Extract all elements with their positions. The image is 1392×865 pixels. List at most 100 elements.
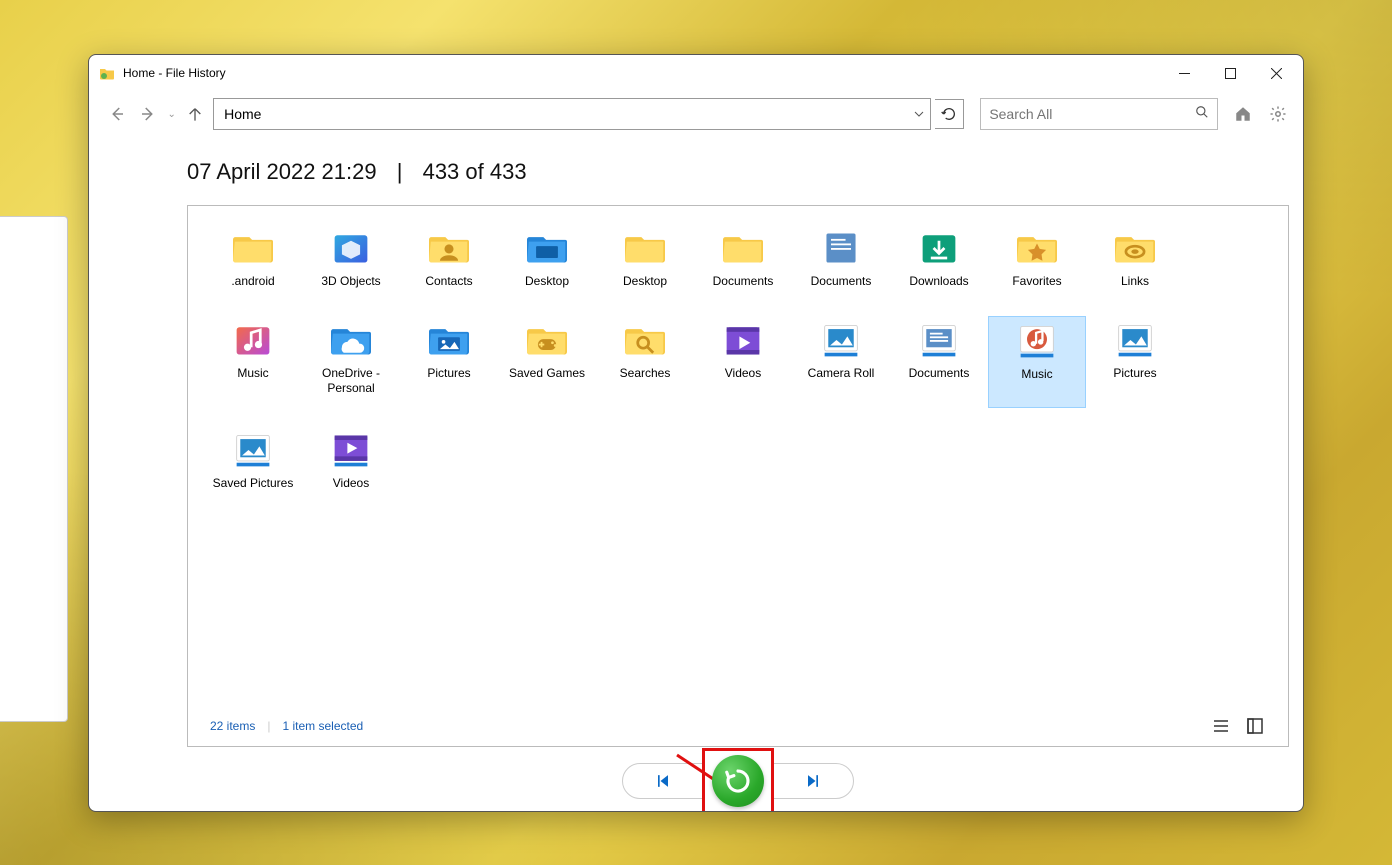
folder-item[interactable]: Downloads [890, 224, 988, 316]
folder-item[interactable]: Saved Games [498, 316, 596, 426]
version-controls [187, 751, 1289, 811]
folder-item[interactable]: Pictures [400, 316, 498, 408]
folder-item[interactable]: Links [1086, 224, 1184, 316]
search-input[interactable] [989, 106, 1195, 122]
3d-icon [326, 226, 376, 270]
folder-item[interactable]: Pictures [1086, 316, 1184, 408]
folder-item[interactable]: .android [204, 224, 302, 316]
item-label: Contacts [425, 274, 472, 289]
item-label: Music [237, 366, 268, 381]
contacts-icon [424, 226, 474, 270]
item-label: 3D Objects [321, 274, 380, 289]
selection-count: 1 item selected [282, 719, 363, 733]
item-label: Searches [620, 366, 671, 381]
folder-item[interactable]: Desktop [596, 224, 694, 316]
folder-item[interactable]: Desktop [498, 224, 596, 316]
search-icon [1195, 105, 1209, 124]
folder-item[interactable]: Documents [890, 316, 988, 408]
folder-item[interactable]: Videos [694, 316, 792, 408]
games-icon [522, 318, 572, 362]
onedrive-icon [326, 318, 376, 362]
home-icon[interactable] [1232, 103, 1253, 125]
item-label: Favorites [1012, 274, 1061, 289]
folder-icon [620, 226, 670, 270]
item-label: Documents [713, 274, 774, 289]
file-history-window: Home - File History ⌄ Home [88, 54, 1304, 812]
nav-toolbar: ⌄ Home [89, 91, 1303, 137]
address-text: Home [214, 106, 908, 122]
gear-icon[interactable] [1268, 103, 1289, 125]
snapshot-timestamp: 07 April 2022 21:29 [187, 159, 377, 184]
music-icon [228, 318, 278, 362]
folder-item[interactable]: Contacts [400, 224, 498, 316]
item-label: .android [231, 274, 274, 289]
refresh-button[interactable] [935, 99, 964, 129]
file-area[interactable]: .android 3D Objects Contacts Desktop Desktop… [187, 205, 1289, 747]
close-button[interactable] [1253, 57, 1299, 89]
folder-item[interactable]: Documents [792, 224, 890, 316]
lib-pictures-icon [228, 428, 278, 472]
forward-button[interactable] [134, 100, 161, 128]
folder-item[interactable]: Music [988, 316, 1086, 408]
folder-item[interactable]: OneDrive - Personal [302, 316, 400, 426]
up-button[interactable] [182, 100, 209, 128]
address-dropdown[interactable] [908, 99, 930, 129]
restore-button[interactable] [712, 755, 764, 807]
docs-icon [816, 226, 866, 270]
folder-item[interactable]: Searches [596, 316, 694, 408]
folder-item[interactable]: Saved Pictures [204, 426, 302, 536]
titlebar[interactable]: Home - File History [89, 55, 1303, 91]
pictures-icon [424, 318, 474, 362]
folder-item[interactable]: Music [204, 316, 302, 408]
recent-dropdown[interactable]: ⌄ [167, 109, 175, 120]
background-panel [0, 216, 68, 722]
item-label: Links [1121, 274, 1149, 289]
links-icon [1110, 226, 1160, 270]
lib-pictures-icon [1110, 318, 1160, 362]
details-view-button[interactable] [1210, 715, 1232, 737]
folder-icon [228, 226, 278, 270]
folder-item[interactable]: 3D Objects [302, 224, 400, 316]
snapshot-position: 433 of 433 [423, 159, 527, 184]
item-label: Pictures [1113, 366, 1156, 381]
restore-highlight [702, 748, 774, 812]
item-label: OneDrive - Personal [305, 366, 397, 396]
items-grid: .android 3D Objects Contacts Desktop Desktop… [204, 224, 1272, 712]
item-label: Desktop [623, 274, 667, 289]
item-label: Desktop [525, 274, 569, 289]
address-bar[interactable]: Home [213, 98, 931, 130]
favorites-icon [1012, 226, 1062, 270]
folder-item[interactable]: Documents [694, 224, 792, 316]
folder-icon [718, 226, 768, 270]
lib-docs-icon [914, 318, 964, 362]
downloads-icon [914, 226, 964, 270]
maximize-button[interactable] [1207, 57, 1253, 89]
lib-music-icon [1012, 319, 1062, 363]
status-bar: 22 items | 1 item selected [204, 712, 1272, 740]
item-label: Downloads [909, 274, 968, 289]
item-label: Saved Games [509, 366, 585, 381]
folder-item[interactable]: Favorites [988, 224, 1086, 316]
next-version-button[interactable] [772, 763, 854, 799]
item-label: Videos [333, 476, 369, 491]
window-title: Home - File History [123, 66, 226, 80]
item-label: Music [1021, 367, 1052, 382]
folder-item[interactable]: Camera Roll [792, 316, 890, 426]
previous-version-button[interactable] [622, 763, 704, 799]
item-count: 22 items [210, 719, 255, 733]
lib-videos-icon [326, 428, 376, 472]
app-icon [99, 65, 115, 81]
icons-view-button[interactable] [1244, 715, 1266, 737]
snapshot-header: 07 April 2022 21:29 | 433 of 433 [187, 159, 1289, 185]
lib-pictures-icon [816, 318, 866, 362]
folder-item[interactable]: Videos [302, 426, 400, 518]
item-label: Pictures [427, 366, 470, 381]
item-label: Camera Roll [808, 366, 875, 381]
item-label: Documents [811, 274, 872, 289]
item-label: Documents [909, 366, 970, 381]
back-button[interactable] [103, 100, 130, 128]
content-area: 07 April 2022 21:29 | 433 of 433 .androi… [89, 137, 1303, 811]
minimize-button[interactable] [1161, 57, 1207, 89]
item-label: Videos [725, 366, 761, 381]
search-box[interactable] [980, 98, 1218, 130]
